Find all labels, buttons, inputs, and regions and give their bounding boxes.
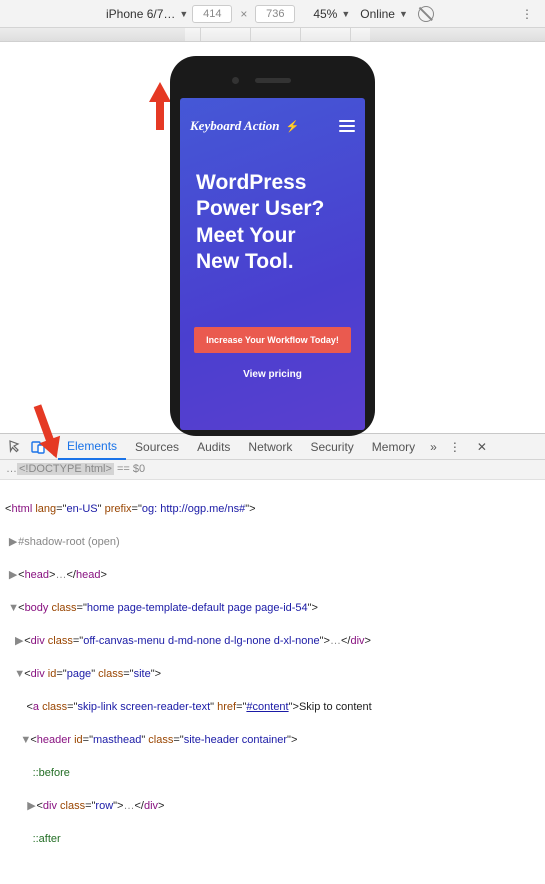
tab-audits[interactable]: Audits <box>188 434 239 460</box>
red-arrow-annotation <box>32 402 62 462</box>
dropdown-triangle-icon: ▼ <box>179 9 188 19</box>
crumb-ellipsis: … <box>6 463 17 475</box>
rotate-icon[interactable] <box>418 6 434 22</box>
network-state: Online <box>360 7 395 21</box>
view-pricing-link[interactable]: View pricing <box>180 369 365 380</box>
device-name: iPhone 6/7… <box>106 7 175 21</box>
dropdown-triangle-icon: ▼ <box>341 9 350 19</box>
phone-screen[interactable]: Keyboard Action ⚡ WordPress Power User? … <box>180 98 365 430</box>
brand-logo: Keyboard Action <box>190 118 279 134</box>
devtools-panel: Elements Sources Audits Network Security… <box>0 433 545 884</box>
devtools-tabs: Elements Sources Audits Network Security… <box>0 434 545 460</box>
close-devtools-icon[interactable]: ✕ <box>471 440 493 454</box>
tab-memory[interactable]: Memory <box>363 434 424 460</box>
breadcrumb[interactable]: …<!DOCTYPE html> == $0 <box>0 460 545 480</box>
dropdown-triangle-icon: ▼ <box>399 9 408 19</box>
zoom-selector[interactable]: 45% ▼ <box>313 7 350 21</box>
tabs-overflow-icon[interactable]: » <box>424 440 443 454</box>
dom-shadow-root[interactable]: #shadow-root (open) <box>18 536 120 548</box>
hamburger-menu-icon[interactable] <box>339 120 355 132</box>
pseudo-after: ::after <box>33 833 61 845</box>
devtools-menu-icon[interactable]: ⋮ <box>443 440 467 454</box>
dimension-separator: × <box>240 7 247 21</box>
hero-line: New Tool. <box>196 249 349 275</box>
device-selector[interactable]: iPhone 6/7… ▼ <box>106 7 188 21</box>
throttling-selector[interactable]: Online ▼ <box>360 7 408 21</box>
dom-tree[interactable]: <html lang="en-US" prefix="og: http://og… <box>0 480 545 884</box>
tab-network[interactable]: Network <box>239 434 301 460</box>
hero-heading: WordPress Power User? Meet Your New Tool… <box>180 140 365 285</box>
crumb-var: == $0 <box>114 463 145 475</box>
more-options-icon[interactable]: ⋮ <box>515 7 539 21</box>
device-toolbar: iPhone 6/7… ▼ × 45% ▼ Online ▼ ⋮ <box>0 0 545 28</box>
phone-camera-icon <box>232 77 239 84</box>
device-viewport: Keyboard Action ⚡ WordPress Power User? … <box>0 42 545 433</box>
phone-speaker-icon <box>255 78 291 83</box>
phone-frame: Keyboard Action ⚡ WordPress Power User? … <box>170 56 375 436</box>
pseudo-before: ::before <box>33 767 70 779</box>
hero-line: WordPress <box>196 170 349 196</box>
app-header: Keyboard Action ⚡ <box>180 112 365 140</box>
tab-elements[interactable]: Elements <box>58 434 126 460</box>
width-input[interactable] <box>192 5 232 23</box>
status-bar <box>180 98 365 112</box>
hero-line: Power User? <box>196 196 349 222</box>
zoom-value: 45% <box>313 7 337 21</box>
cta-wrap: Increase Your Workflow Today! <box>180 327 365 353</box>
tab-security[interactable]: Security <box>301 434 362 460</box>
height-input[interactable] <box>255 5 295 23</box>
inspect-element-icon[interactable] <box>5 436 27 458</box>
cta-button[interactable]: Increase Your Workflow Today! <box>194 327 351 353</box>
bolt-icon: ⚡ <box>285 120 299 133</box>
tab-sources[interactable]: Sources <box>126 434 188 460</box>
hero-line: Meet Your <box>196 223 349 249</box>
ruler <box>0 28 545 42</box>
crumb-doctype: <!DOCTYPE html> <box>17 463 114 475</box>
